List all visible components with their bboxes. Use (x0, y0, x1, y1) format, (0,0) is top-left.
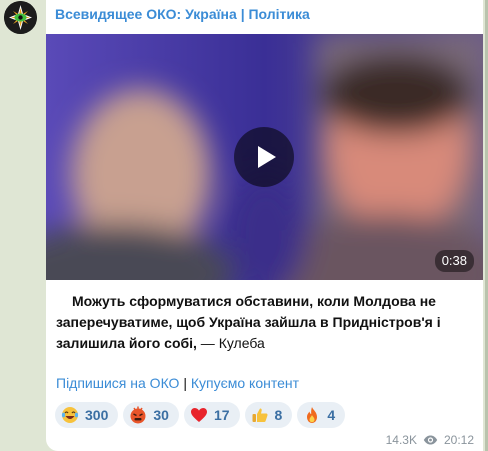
channel-links: Підпишися на ОКО | Купуємо контент (56, 375, 299, 391)
reaction-angry[interactable]: 30 (123, 402, 179, 428)
reaction-fire[interactable]: 4 (297, 402, 346, 428)
quote-attribution: — Кулеба (196, 335, 265, 351)
eye-icon (423, 435, 438, 445)
reaction-laughing[interactable]: 300 (55, 402, 119, 428)
eye-logo-icon (4, 1, 37, 34)
video-thumbnail[interactable]: 0:38 (46, 34, 483, 280)
reaction-count: 8 (274, 407, 283, 423)
thumbs-up-icon (252, 408, 268, 422)
channel-title[interactable]: Всевидящее ОКО: Україна | Політика (55, 6, 310, 22)
view-count: 14.3K (385, 433, 417, 447)
laughing-crying-face-icon (61, 407, 79, 423)
reaction-count: 4 (327, 407, 336, 423)
reactions-bar: 300 30 17 8 4 (55, 402, 346, 428)
reaction-count: 30 (153, 407, 169, 423)
reaction-heart[interactable]: 17 (183, 402, 240, 428)
chat-view: Всевидящее ОКО: Україна | Політика 0:38 … (0, 0, 488, 451)
reaction-thumbs-up[interactable]: 8 (244, 402, 293, 428)
message-meta: 14.3K 20:12 (386, 433, 474, 447)
red-heart-icon (190, 408, 207, 422)
channel-avatar[interactable] (4, 1, 37, 34)
reaction-count: 17 (213, 407, 230, 423)
message-time: 20:12 (443, 433, 474, 447)
video-duration: 0:38 (434, 250, 474, 272)
link-separator: | (179, 375, 191, 391)
subscribe-link[interactable]: Підпишися на ОКО (56, 375, 179, 391)
play-icon (258, 146, 276, 168)
buy-content-link[interactable]: Купуємо контент (191, 375, 299, 391)
angry-face-icon (130, 406, 146, 424)
message-bubble: Всевидящее ОКО: Україна | Політика 0:38 … (46, 0, 483, 451)
play-button[interactable] (234, 127, 294, 187)
message-text: Можуть сформуватися обставини, коли Молд… (56, 291, 466, 354)
reaction-count: 300 (85, 407, 109, 423)
fire-icon (307, 407, 318, 423)
